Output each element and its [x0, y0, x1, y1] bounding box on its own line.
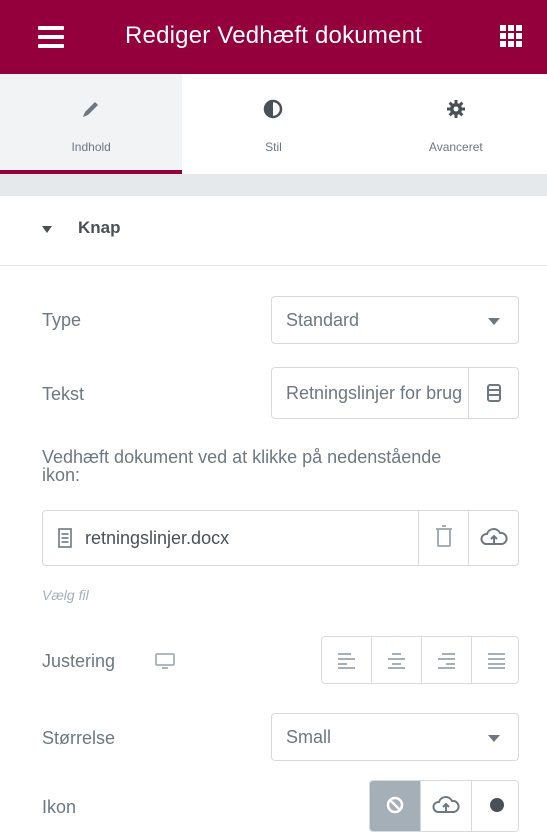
alignment-label: Justering: [42, 651, 116, 671]
align-center-button[interactable]: [372, 637, 422, 683]
file-field[interactable]: retningslinjer.docx: [42, 510, 519, 566]
type-select-value: Standard: [286, 310, 360, 330]
gear-icon: [446, 100, 465, 118]
apps-grid-icon[interactable]: [500, 25, 522, 47]
attach-description: Vedhæft dokument ved at klikke på nedens…: [42, 447, 442, 485]
tab-style[interactable]: Stil: [182, 74, 364, 174]
tab-advanced[interactable]: Avanceret: [365, 74, 547, 174]
desktop-icon[interactable]: [154, 652, 176, 670]
align-right-button[interactable]: [422, 637, 472, 683]
database-icon: [487, 384, 501, 402]
align-justify-icon: [488, 653, 505, 669]
section-toggle-knap[interactable]: Knap: [0, 196, 547, 266]
icon-choices: [369, 780, 519, 832]
align-left-button[interactable]: [322, 637, 372, 683]
cloud-upload-icon: [480, 528, 508, 545]
size-select[interactable]: Small: [271, 713, 519, 761]
align-center-icon: [388, 653, 405, 669]
size-select-value: Small: [286, 727, 332, 747]
align-right-icon: [438, 653, 455, 669]
document-icon: [58, 528, 72, 548]
align-justify-button[interactable]: [472, 637, 521, 683]
type-label: Type: [42, 310, 82, 330]
text-input-value: Retningslinjer for brug: [286, 383, 463, 403]
text-label: Tekst: [42, 384, 85, 404]
chevron-down-icon: [488, 318, 500, 325]
file-name: retningslinjer.docx: [85, 528, 230, 548]
trash-icon: [436, 525, 452, 547]
tab-advanced-label: Avanceret: [428, 140, 483, 154]
align-left-icon: [338, 653, 355, 669]
tab-content-label: Indhold: [71, 140, 111, 154]
dynamic-tags-button[interactable]: [468, 368, 518, 418]
type-select[interactable]: Standard: [271, 296, 519, 344]
tabs-divider: [0, 174, 547, 196]
icon-library-button[interactable]: [421, 781, 472, 831]
panel-header: Rediger Vedhæft dokument: [0, 0, 547, 74]
caret-down-icon: [42, 226, 52, 233]
ban-icon: [386, 796, 404, 814]
icon-upload-button[interactable]: [472, 781, 518, 831]
tab-content[interactable]: Indhold: [0, 74, 183, 174]
icon-label: Ikon: [42, 797, 77, 817]
panel-title: Rediger Vedhæft dokument: [125, 22, 422, 49]
panel-tabs: Indhold Stil Avanceret: [0, 74, 547, 174]
cloud-upload-icon: [432, 796, 460, 813]
circle-icon: [490, 798, 504, 812]
alignment-choices: [321, 636, 519, 684]
upload-file-button[interactable]: [468, 511, 518, 565]
tab-style-label: Stil: [265, 140, 282, 154]
text-input[interactable]: Retningslinjer for brug: [271, 367, 519, 419]
pencil-icon: [83, 102, 99, 117]
section-title: Knap: [78, 218, 121, 237]
chevron-down-icon: [488, 735, 500, 742]
choose-file-link[interactable]: Vælg fil: [42, 587, 89, 603]
contrast-icon: [264, 99, 283, 119]
delete-file-button[interactable]: [418, 511, 468, 565]
icon-none-button[interactable]: [370, 781, 421, 831]
size-label: Størrelse: [42, 728, 116, 748]
